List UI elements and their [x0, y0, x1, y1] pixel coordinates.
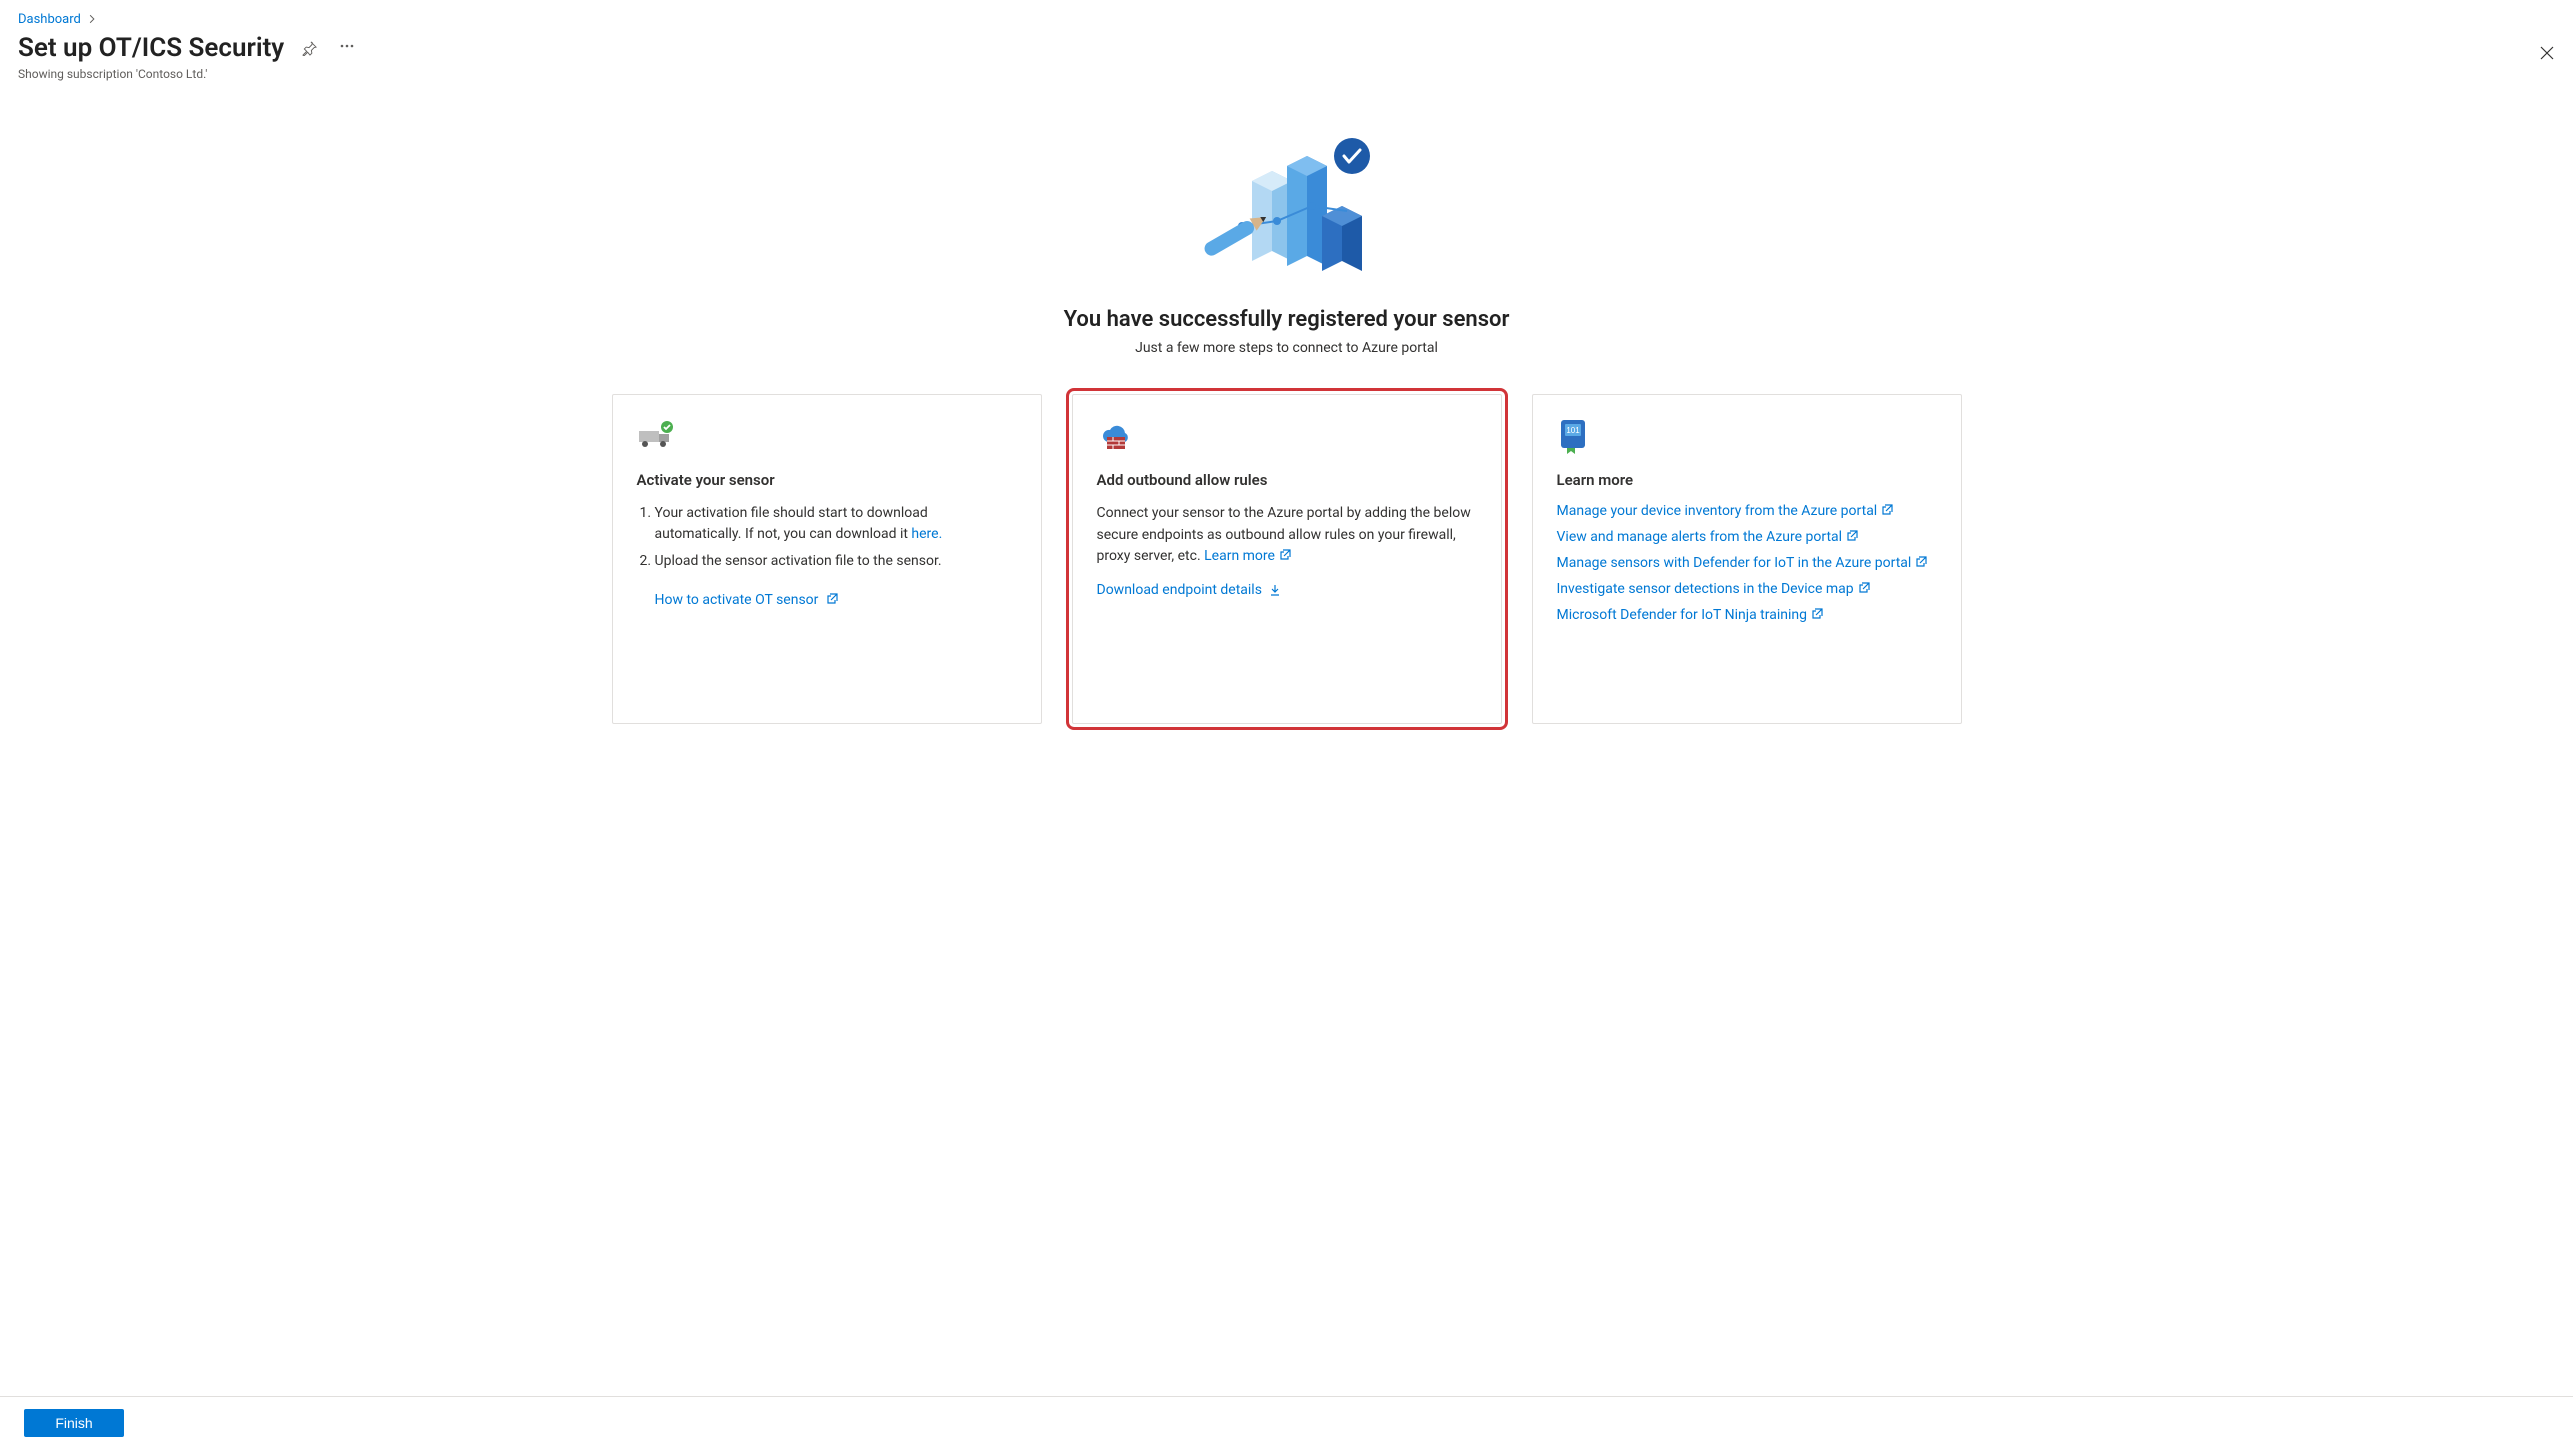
truck-check-icon: [637, 419, 1017, 453]
hero-title: You have successfully registered your se…: [18, 307, 2555, 332]
chevron-right-icon: [87, 13, 97, 27]
cards-row: Activate your sensor Your activation fil…: [18, 394, 2555, 724]
learn-link-device-map[interactable]: Investigate sensor detections in the Dev…: [1557, 581, 1870, 597]
learn-link-device-inventory[interactable]: Manage your device inventory from the Az…: [1557, 503, 1894, 519]
outbound-learn-more-link[interactable]: Learn more: [1204, 548, 1291, 564]
footer-bar: Finish: [0, 1396, 2573, 1449]
svg-text:101: 101: [1566, 426, 1580, 435]
activate-step-2: Upload the sensor activation file to the…: [655, 551, 1017, 572]
learn-link-manage-sensors[interactable]: Manage sensors with Defender for IoT in …: [1557, 555, 1928, 571]
card-outbound-desc: Connect your sensor to the Azure portal …: [1097, 503, 1477, 568]
pin-button[interactable]: [298, 37, 321, 60]
book-icon: 101: [1557, 419, 1937, 453]
external-link-icon: [1279, 547, 1291, 559]
more-horizontal-icon: [339, 41, 355, 58]
card-learn-title: Learn more: [1557, 471, 1937, 489]
page-subtitle: Showing subscription 'Contoso Ltd.': [18, 67, 2555, 81]
learn-link-ninja-training[interactable]: Microsoft Defender for IoT Ninja trainin…: [1557, 607, 1823, 623]
success-illustration-icon: [18, 111, 2555, 281]
download-here-link[interactable]: here.: [911, 526, 942, 542]
card-learn-more: 101 Learn more Manage your device invent…: [1532, 394, 1962, 724]
close-button[interactable]: [2539, 44, 2555, 67]
card-outbound-rules: Add outbound allow rules Connect your se…: [1072, 394, 1502, 724]
card-outbound-title: Add outbound allow rules: [1097, 471, 1477, 489]
download-endpoint-details-link[interactable]: Download endpoint details: [1097, 582, 1282, 598]
card-activate-title: Activate your sensor: [637, 471, 1017, 489]
page-title: Set up OT/ICS Security: [18, 33, 284, 63]
external-link-icon: [1858, 582, 1870, 594]
external-link-icon: [1881, 504, 1893, 516]
external-link-icon: [826, 593, 838, 605]
hero: You have successfully registered your se…: [18, 111, 2555, 356]
more-button[interactable]: [335, 34, 359, 62]
finish-button[interactable]: Finish: [24, 1409, 124, 1437]
close-icon: [2539, 44, 2555, 66]
breadcrumb: Dashboard: [18, 12, 2555, 27]
external-link-icon: [1811, 608, 1823, 620]
learn-link-alerts[interactable]: View and manage alerts from the Azure po…: [1557, 529, 1859, 545]
pin-icon: [302, 41, 317, 56]
breadcrumb-dashboard[interactable]: Dashboard: [18, 12, 81, 27]
card-activate-sensor: Activate your sensor Your activation fil…: [612, 394, 1042, 724]
external-link-icon: [1846, 530, 1858, 542]
activate-step-1: Your activation file should start to dow…: [655, 503, 1017, 545]
how-to-activate-link[interactable]: How to activate OT sensor: [655, 592, 838, 608]
cloud-firewall-icon: [1097, 419, 1477, 453]
external-link-icon: [1915, 556, 1927, 568]
hero-subtitle: Just a few more steps to connect to Azur…: [18, 340, 2555, 356]
download-icon: [1269, 584, 1281, 596]
